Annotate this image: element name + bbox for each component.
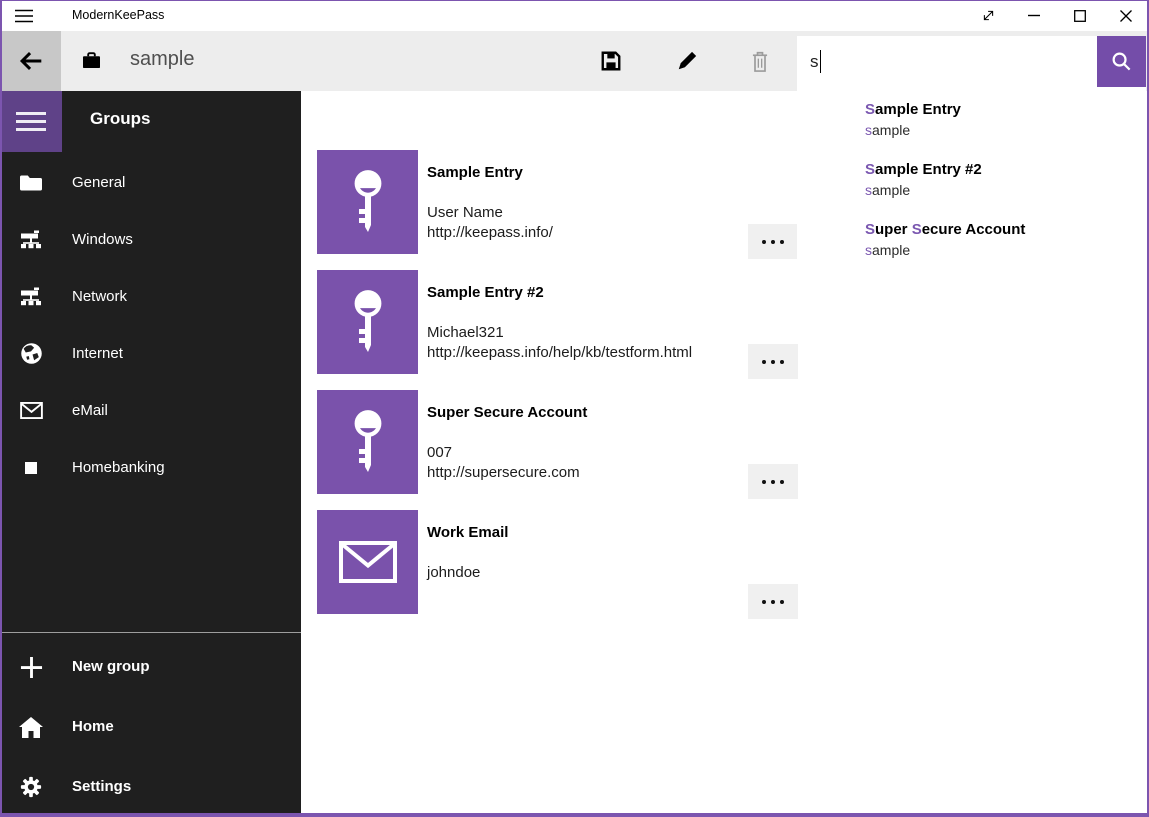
suggestion-title: Super Secure Account bbox=[865, 220, 1135, 240]
sidebar-item-label: Homebanking bbox=[72, 439, 165, 496]
delete-button[interactable] bbox=[736, 31, 784, 91]
search-input[interactable]: s bbox=[797, 36, 1097, 87]
sidebar-item-label: Internet bbox=[72, 325, 123, 382]
entry-row-super-secure-account[interactable]: Super Secure Account 007 http://supersec… bbox=[317, 390, 798, 494]
sidebar-item-label: Network bbox=[72, 268, 127, 325]
suggestion-super-secure-account[interactable]: Super Secure Account sample bbox=[865, 220, 1135, 268]
entry-url: http://keepass.info/help/kb/testform.htm… bbox=[427, 344, 692, 361]
suggestion-title: Sample Entry #2 bbox=[865, 160, 1135, 180]
entry-title: Super Secure Account bbox=[427, 404, 587, 421]
key-icon bbox=[344, 289, 392, 355]
sidebar-item-email[interactable]: eMail bbox=[0, 382, 301, 439]
suggestion-sample-entry[interactable]: Sample Entry sample bbox=[865, 100, 1135, 148]
entry-title: Work Email bbox=[427, 524, 508, 541]
entry-title: Sample Entry #2 bbox=[427, 284, 544, 301]
envelope-icon bbox=[339, 541, 397, 583]
suggestion-subtitle: sample bbox=[865, 240, 1135, 260]
sidebar-item-windows[interactable]: Windows bbox=[0, 211, 301, 268]
key-icon bbox=[344, 169, 392, 235]
entry-more-button[interactable] bbox=[748, 344, 798, 379]
sidebar-item-label: New group bbox=[72, 640, 150, 694]
entry-username: johndoe bbox=[427, 564, 480, 581]
entry-more-button[interactable] bbox=[748, 224, 798, 259]
sidebar-item-label: Home bbox=[72, 700, 114, 754]
trash-icon bbox=[750, 50, 770, 73]
entry-tile bbox=[317, 510, 418, 614]
app-title: ModernKeePass bbox=[72, 8, 164, 22]
suggestion-title: Sample Entry bbox=[865, 100, 1135, 120]
pencil-icon bbox=[676, 50, 698, 72]
gear-icon bbox=[0, 760, 62, 814]
entry-more-button[interactable] bbox=[748, 584, 798, 619]
sidebar: Groups General Windows Network Internet … bbox=[0, 91, 301, 817]
save-icon bbox=[600, 50, 622, 72]
edit-button[interactable] bbox=[663, 31, 711, 91]
magnifier-icon bbox=[1110, 50, 1133, 73]
sidebar-item-label: General bbox=[72, 154, 125, 211]
sidebar-item-homebanking[interactable]: Homebanking bbox=[0, 439, 301, 496]
database-title: sample bbox=[130, 48, 194, 71]
search-suggestions-dropdown: Sample Entry sample Sample Entry #2 samp… bbox=[797, 87, 1146, 280]
sidebar-item-home[interactable]: Home bbox=[0, 700, 301, 754]
text-caret bbox=[820, 50, 822, 73]
folder-icon bbox=[0, 154, 62, 211]
network-icon bbox=[0, 211, 62, 268]
home-icon bbox=[0, 700, 62, 754]
envelope-icon bbox=[0, 382, 62, 439]
suggestion-subtitle: sample bbox=[865, 120, 1135, 140]
titlebar: ModernKeePass bbox=[0, 0, 1149, 31]
entry-username: 007 bbox=[427, 444, 452, 461]
back-arrow-icon bbox=[16, 46, 46, 76]
entry-row-sample-entry[interactable]: Sample Entry User Name http://keepass.in… bbox=[317, 150, 798, 254]
briefcase-icon bbox=[82, 52, 101, 74]
nav-toggle-button[interactable] bbox=[0, 91, 62, 152]
entry-username: User Name bbox=[427, 204, 503, 221]
sidebar-divider bbox=[0, 632, 301, 633]
minimize-button[interactable] bbox=[1011, 0, 1057, 31]
entry-row-work-email[interactable]: Work Email johndoe bbox=[317, 510, 798, 614]
square-icon bbox=[0, 439, 62, 496]
suggestion-sample-entry-2[interactable]: Sample Entry #2 sample bbox=[865, 160, 1135, 208]
suggestion-subtitle: sample bbox=[865, 180, 1135, 200]
maximize-button[interactable] bbox=[1057, 0, 1103, 31]
entry-url: http://supersecure.com bbox=[427, 464, 580, 481]
save-button[interactable] bbox=[587, 31, 635, 91]
sidebar-item-label: Windows bbox=[72, 211, 133, 268]
resize-diagonal-button[interactable] bbox=[965, 0, 1011, 31]
search-text: s bbox=[810, 52, 819, 72]
sidebar-item-label: eMail bbox=[72, 382, 108, 439]
appbar: sample s bbox=[0, 31, 1149, 91]
sidebar-item-settings[interactable]: Settings bbox=[0, 760, 301, 814]
entry-tile bbox=[317, 390, 418, 494]
search-button[interactable] bbox=[1097, 36, 1146, 87]
entry-tile bbox=[317, 270, 418, 374]
entry-username: Michael321 bbox=[427, 324, 504, 341]
network-icon bbox=[0, 268, 62, 325]
entry-tile bbox=[317, 150, 418, 254]
hamburger-icon bbox=[16, 111, 46, 132]
plus-icon bbox=[0, 640, 62, 694]
entry-more-button[interactable] bbox=[748, 464, 798, 499]
sidebar-item-general[interactable]: General bbox=[0, 154, 301, 211]
globe-icon bbox=[0, 325, 62, 382]
entry-title: Sample Entry bbox=[427, 164, 523, 181]
sidebar-item-new-group[interactable]: New group bbox=[0, 640, 301, 694]
groups-header: Groups bbox=[90, 109, 150, 129]
sidebar-item-label: Settings bbox=[72, 760, 131, 814]
entry-row-sample-entry-2[interactable]: Sample Entry #2 Michael321 http://keepas… bbox=[317, 270, 798, 374]
hamburger-icon[interactable] bbox=[15, 9, 33, 23]
key-icon bbox=[344, 409, 392, 475]
entry-url: http://keepass.info/ bbox=[427, 224, 553, 241]
close-button[interactable] bbox=[1103, 0, 1149, 31]
sidebar-item-network[interactable]: Network bbox=[0, 268, 301, 325]
sidebar-item-internet[interactable]: Internet bbox=[0, 325, 301, 382]
back-button[interactable] bbox=[0, 31, 61, 91]
